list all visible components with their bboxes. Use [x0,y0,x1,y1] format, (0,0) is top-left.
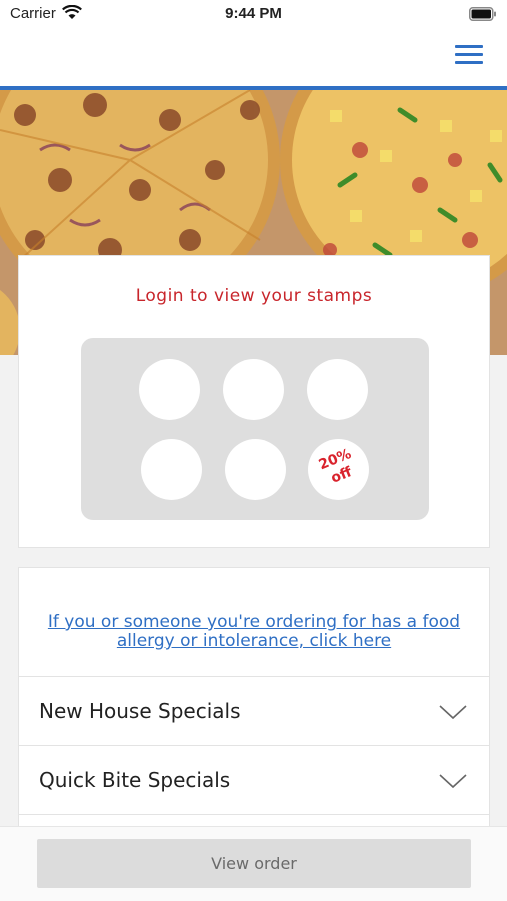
stamp-login-prompt[interactable]: Login to view your stamps [19,286,489,306]
category-label: Quick Bite Specials [39,768,231,792]
category-quick-bite-specials[interactable]: Quick Bite Specials [18,745,490,815]
stamp-card: Login to view your stamps 20% off [18,255,490,548]
chevron-down-icon [439,774,467,789]
battery-icon [469,7,496,21]
stamp-grid: 20% off [81,338,429,520]
view-order-button[interactable]: View order [37,839,471,888]
reward-text: 20% off [304,441,373,495]
nav-bar [0,30,507,90]
category-label: New House Specials [39,699,241,723]
chevron-down-icon [439,705,467,720]
reward-stamp: 20% off [308,439,369,500]
category-new-house-specials[interactable]: New House Specials [18,676,490,746]
allergy-info-link[interactable]: If you or someone you're ordering for ha… [29,613,479,651]
status-bar: Carrier 9:44 PM [0,0,507,30]
stamp-slot [139,359,200,420]
allergy-card: If you or someone you're ordering for ha… [18,567,490,677]
hamburger-menu-icon[interactable] [455,41,483,69]
stamp-slot [225,439,286,500]
status-time: 9:44 PM [225,5,282,22]
bottom-bar: View order [0,826,507,901]
stamp-slot [223,359,284,420]
stamp-slot [141,439,202,500]
stamp-slot [307,359,368,420]
